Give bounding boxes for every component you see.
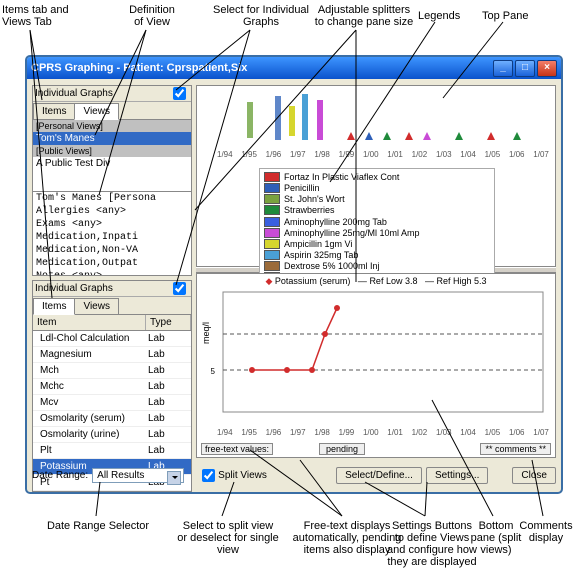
legend-item: St. John's Wort (264, 194, 399, 204)
maximize-button[interactable]: □ (515, 60, 535, 77)
close-window-button[interactable]: × (537, 60, 557, 77)
individual-graphs-label-bottom: Individual Graphs (35, 283, 113, 294)
split-views-checkbox[interactable] (202, 469, 215, 482)
legend-item: Aminophylline 200mg Tab (264, 217, 420, 227)
view-defn-item: Exams <any> (33, 218, 191, 231)
legend-item: Aspirin 325mg Tab (264, 250, 420, 260)
col-type[interactable]: Type (146, 315, 191, 330)
items-list-row[interactable]: MchLab (33, 363, 191, 379)
items-list-row[interactable]: McvLab (33, 395, 191, 411)
tab-views-bottom[interactable]: Views (74, 298, 119, 314)
view-defn-item: Medication,Inpati (33, 231, 191, 244)
svg-text:5: 5 (211, 367, 216, 376)
items-list-row[interactable]: Ldl-Chol CalculationLab (33, 331, 191, 347)
split-views-label: Split Views (218, 470, 267, 481)
tab-items-top[interactable]: Items (33, 103, 75, 119)
col-item[interactable]: Item (33, 315, 146, 330)
view-defn-item: Allergies <any> (33, 205, 191, 218)
view-defn-item: Medication,Outpat (33, 257, 191, 270)
legend-item: Ampicillin 1gm Vi (264, 239, 420, 249)
callout-split: Select to split view or deselect for sin… (168, 520, 288, 556)
legend-top: Fortaz In Plastic Viaflex ContPenicillin… (259, 168, 495, 286)
callout-splitters: Adjustable splitters to change pane size (304, 4, 424, 28)
close-button[interactable]: Close (512, 467, 556, 484)
items-list-row[interactable]: Osmolarity (urine)Lab (33, 427, 191, 443)
callout-legends: Legends (418, 10, 460, 22)
bottom-chart[interactable]: ◆ Potassium (serum) — Ref Low 3.8 — Ref … (196, 273, 556, 458)
individual-graphs-label-top: Individual Graphs (35, 88, 113, 99)
legend-item: Strawberries (264, 205, 399, 215)
select-define-button[interactable]: Select/Define... (336, 467, 422, 484)
window-title: CPRS Graphing - Patient: Cprspatient,Six (31, 62, 491, 74)
items-list-row[interactable]: MagnesiumLab (33, 347, 191, 363)
minimize-button[interactable]: _ (493, 60, 513, 77)
view-definition-header: Tom's Manes [Persona (33, 191, 191, 205)
callout-bottom-pane: Bottom pane (split views) (468, 520, 524, 556)
view-defn-item: Notes <any> (33, 270, 191, 276)
callout-top-pane: Top Pane (482, 10, 528, 22)
callout-date-range: Date Range Selector (38, 520, 158, 532)
views-list-item[interactable]: A Public Test Div (33, 157, 191, 170)
view-definition-list[interactable]: Allergies <any> Exams <any> Medication,I… (33, 205, 191, 276)
legend-item: Penicillin (264, 183, 399, 193)
legend-item: Dextrose 5% 1000ml Inj (264, 261, 420, 271)
tab-views-top[interactable]: Views (74, 103, 119, 120)
tab-items-bottom[interactable]: Items (33, 298, 75, 315)
xaxis-bottom: 1/941/951/961/971/981/991/001/011/021/03… (217, 428, 549, 437)
settings-button[interactable]: Settings... (426, 467, 488, 484)
xaxis-top: 1/941/951/961/971/981/991/001/011/021/03… (217, 150, 549, 159)
date-range-label: Date Range: (32, 470, 88, 481)
view-defn-item: Medication,Non-VA (33, 244, 191, 257)
individual-graphs-checkbox-bottom[interactable] (173, 282, 186, 295)
views-list[interactable]: [Personal Views]Tom's Manes[Public Views… (33, 120, 191, 191)
free-text-label: free-text values: (201, 443, 273, 455)
legend-item: Fortaz In Plastic Viaflex Cont (264, 172, 399, 182)
callout-comments: Comments display (518, 520, 574, 544)
views-list-item[interactable]: [Public Views] (33, 145, 191, 157)
items-list-row[interactable]: Osmolarity (serum)Lab (33, 411, 191, 427)
views-list-item[interactable]: Tom's Manes (33, 132, 191, 145)
comments-button[interactable]: ** comments ** (480, 443, 551, 455)
views-list-item[interactable]: [Personal Views] (33, 120, 191, 132)
items-list-row[interactable]: MchcLab (33, 379, 191, 395)
legend-item: Aminophylline 25mg/Ml 10ml Amp (264, 228, 420, 238)
callout-settings: Settings Buttons to define Views and con… (382, 520, 482, 568)
date-range-combo[interactable]: All Results (92, 468, 184, 483)
callout-ind-graphs: Select for Individual Graphs (206, 4, 316, 28)
pending-label: pending (319, 443, 365, 455)
individual-graphs-checkbox-top[interactable] (173, 87, 186, 100)
callout-definition: Definition of View (122, 4, 182, 28)
bottom-bar: Date Range: All Results Split Views Sele… (32, 464, 556, 486)
top-chart[interactable]: 1/941/951/961/971/981/991/001/011/021/03… (196, 85, 556, 267)
titlebar[interactable]: CPRS Graphing - Patient: Cprspatient,Six… (27, 57, 561, 79)
callout-items-views: Items tab and Views Tab (2, 4, 84, 28)
items-list-row[interactable]: PltLab (33, 443, 191, 459)
app-window: CPRS Graphing - Patient: Cprspatient,Six… (25, 55, 563, 494)
